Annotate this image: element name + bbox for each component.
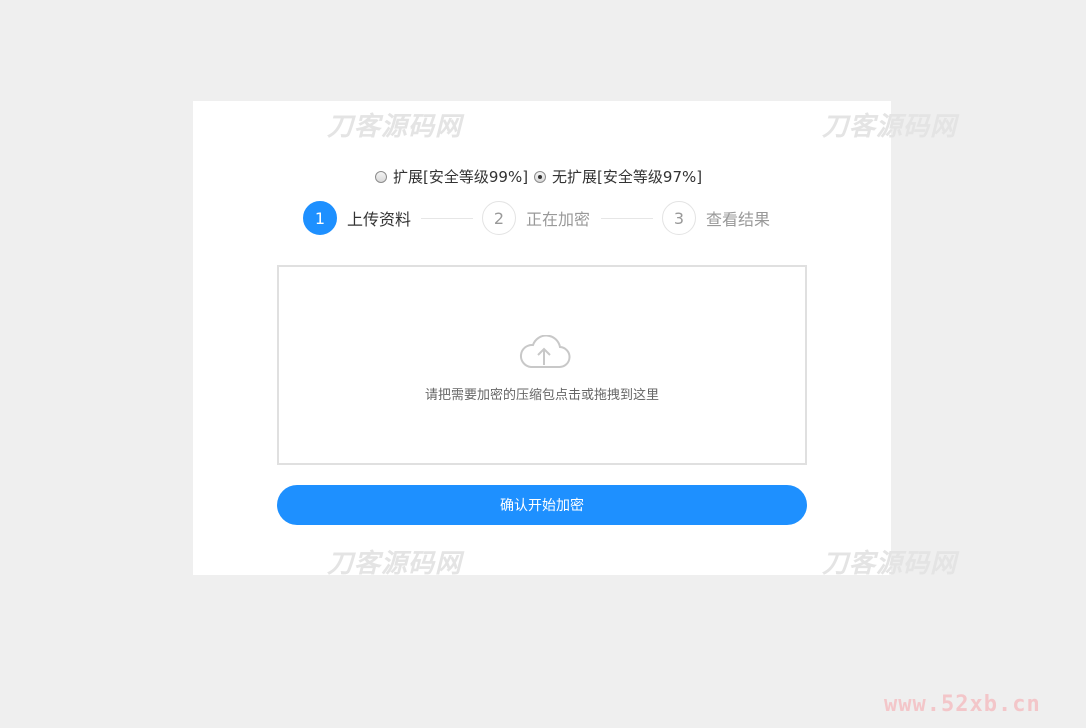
mode-option-label: 无扩展[安全等级97%] [552, 168, 703, 186]
watermark-logo: 刀客源码网 [822, 112, 958, 142]
step-connector [421, 218, 473, 219]
encryption-mode-group: 扩展[安全等级99%] 无扩展[安全等级97%] [375, 166, 708, 187]
upload-dropzone[interactable]: 请把需要加密的压缩包点击或拖拽到这里 [277, 265, 807, 465]
step-number: 1 [303, 201, 337, 235]
watermark-logo: 刀客源码网 [327, 549, 463, 579]
cloud-upload-icon [519, 335, 571, 369]
site-watermark: www.52xb.cn [884, 692, 1041, 717]
mode-option-no-extension[interactable]: 无扩展[安全等级97%] [534, 166, 702, 187]
step-connector [601, 218, 653, 219]
confirm-encrypt-button[interactable]: 确认开始加密 [277, 485, 807, 525]
step-label: 正在加密 [526, 210, 591, 229]
radio-button-selected[interactable] [534, 170, 547, 183]
step-result: 3 查看结果 [662, 201, 770, 235]
step-label: 查看结果 [706, 210, 771, 229]
step-upload: 1 上传资料 [303, 201, 411, 235]
mode-option-extension[interactable]: 扩展[安全等级99%] [375, 166, 528, 187]
watermark-logo: 刀客源码网 [822, 549, 958, 579]
upload-hint: 请把需要加密的压缩包点击或拖拽到这里 [424, 388, 659, 403]
step-number: 2 [482, 201, 516, 235]
watermark-logo: 刀客源码网 [327, 112, 463, 142]
mode-option-label: 扩展[安全等级99%] [393, 168, 529, 186]
step-encrypting: 2 正在加密 [482, 201, 590, 235]
step-number: 3 [662, 201, 696, 235]
progress-steps: 1 上传资料 2 正在加密 3 查看结果 [303, 201, 803, 235]
step-label: 上传资料 [347, 210, 412, 229]
radio-button[interactable] [375, 170, 387, 183]
